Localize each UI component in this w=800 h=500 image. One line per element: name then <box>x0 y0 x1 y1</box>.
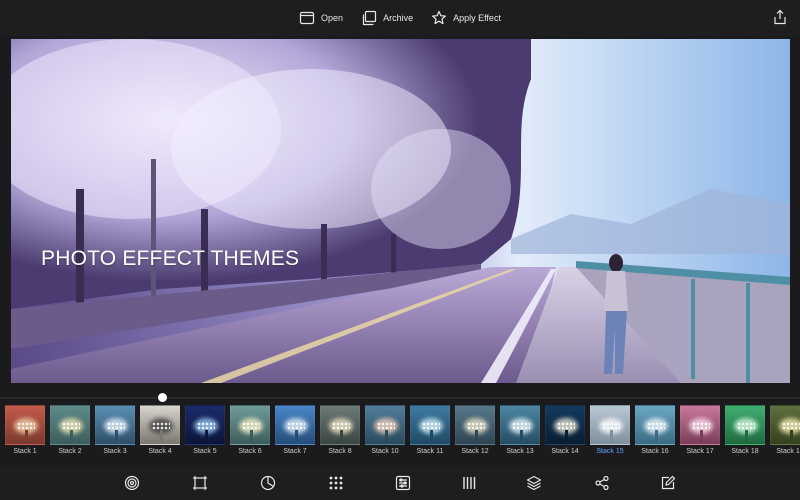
pie-chart-icon <box>260 475 276 491</box>
effect-thumbnail-label: Stack 11 <box>410 448 450 455</box>
effect-thumbnail-label: Stack 3 <box>95 448 135 455</box>
bottom-toolbar <box>0 466 800 500</box>
effect-thumbnail-label: Stack 1 <box>5 448 45 455</box>
crop-icon <box>192 475 208 491</box>
archive-label: Archive <box>383 13 413 23</box>
grid-dots-icon <box>328 475 344 491</box>
effect-thumbnail[interactable]: Stack 13 <box>500 405 542 455</box>
effect-thumbnail-image <box>635 405 675 445</box>
effect-thumbnail-image <box>95 405 135 445</box>
effect-thumbnail-image <box>590 405 630 445</box>
effect-thumbnail[interactable]: Stack 10 <box>365 405 407 455</box>
photo-image <box>11 39 790 383</box>
effect-thumbnail-image <box>5 405 45 445</box>
effect-thumbnail[interactable]: Stack 19 <box>770 405 800 455</box>
open-icon <box>299 10 315 26</box>
effect-thumbnail-label: Stack 12 <box>455 448 495 455</box>
effect-thumbnail-label: Stack 5 <box>185 448 225 455</box>
share-icon[interactable] <box>772 9 788 25</box>
effect-thumbnail-image <box>50 405 90 445</box>
effect-thumbnail-image <box>185 405 225 445</box>
effect-thumbnail[interactable]: Stack 7 <box>275 405 317 455</box>
effect-thumbnail-label: Stack 2 <box>50 448 90 455</box>
levels-button[interactable] <box>461 475 477 491</box>
effect-thumbnail-label: Stack 4 <box>140 448 180 455</box>
vignette-icon <box>124 475 140 491</box>
effect-thumbnail-image <box>275 405 315 445</box>
top-toolbar: Open Archive Apply Effect <box>0 0 800 36</box>
effect-thumbnail-label: Stack 19 <box>770 448 800 455</box>
intensity-slider-thumb[interactable] <box>158 393 167 402</box>
effect-thumbnail-image <box>455 405 495 445</box>
effect-thumbnail[interactable]: Stack 16 <box>635 405 677 455</box>
effect-thumbnail[interactable]: Stack 11 <box>410 405 452 455</box>
effect-thumbnail[interactable]: Stack 1 <box>5 405 47 455</box>
layers-button[interactable] <box>526 475 542 491</box>
vignette-button[interactable] <box>124 475 140 491</box>
effect-thumbnail-image <box>680 405 720 445</box>
edit-icon <box>660 475 676 491</box>
adjustments-icon <box>395 475 411 491</box>
effect-thumbnail-image <box>725 405 765 445</box>
star-icon <box>431 10 447 26</box>
effect-thumbnail-label: Stack 8 <box>320 448 360 455</box>
effect-thumbnail-label: Stack 10 <box>365 448 405 455</box>
apply-effect-label: Apply Effect <box>453 13 501 23</box>
open-label: Open <box>321 13 343 23</box>
effect-thumbnail[interactable]: Stack 14 <box>545 405 587 455</box>
effect-thumbnail-strip[interactable]: Stack 1 Stack 2 Stack 3 Stack 4 Stack 5 Stack… <box>0 405 800 463</box>
open-button[interactable]: Open <box>299 10 343 26</box>
levels-icon <box>461 475 477 491</box>
archive-icon <box>361 10 377 26</box>
grid-dots-button[interactable] <box>328 475 344 491</box>
effect-thumbnail[interactable]: Stack 12 <box>455 405 497 455</box>
apply-effect-button[interactable]: Apply Effect <box>431 10 501 26</box>
adjustments-button[interactable] <box>395 475 411 491</box>
effect-thumbnail-label: Stack 17 <box>680 448 720 455</box>
effect-thumbnail-image <box>545 405 585 445</box>
effect-thumbnail[interactable]: Stack 3 <box>95 405 137 455</box>
effect-thumbnail-image <box>500 405 540 445</box>
effect-thumbnail-image <box>410 405 450 445</box>
share-nodes-icon <box>594 475 610 491</box>
effect-thumbnail[interactable]: Stack 5 <box>185 405 227 455</box>
effect-thumbnail-label: Stack 16 <box>635 448 675 455</box>
effect-thumbnail-image <box>320 405 360 445</box>
layers-icon <box>526 475 542 491</box>
effect-thumbnail-label: Stack 18 <box>725 448 765 455</box>
effect-thumbnail[interactable]: Stack 2 <box>50 405 92 455</box>
effect-thumbnail-label: Stack 7 <box>275 448 315 455</box>
effect-thumbnail[interactable]: Stack 17 <box>680 405 722 455</box>
effect-thumbnail-label: Stack 14 <box>545 448 585 455</box>
effect-thumbnail-image <box>770 405 800 445</box>
photo-canvas[interactable]: PHOTO EFFECT THEMES <box>11 39 790 383</box>
archive-button[interactable]: Archive <box>361 10 413 26</box>
crop-button[interactable] <box>192 475 208 491</box>
effect-thumbnail-image <box>230 405 270 445</box>
effect-thumbnail-label: Stack 15 <box>590 448 630 455</box>
effect-thumbnail-label: Stack 13 <box>500 448 540 455</box>
effect-thumbnail[interactable]: Stack 4 <box>140 405 182 455</box>
effect-thumbnail-image <box>365 405 405 445</box>
intensity-slider-track[interactable] <box>0 397 800 399</box>
effect-thumbnail[interactable]: Stack 6 <box>230 405 272 455</box>
effect-thumbnail-label: Stack 6 <box>230 448 270 455</box>
effect-thumbnail[interactable]: Stack 8 <box>320 405 362 455</box>
top-toolbar-actions: Open Archive Apply Effect <box>0 0 800 36</box>
effect-thumbnail[interactable]: Stack 18 <box>725 405 767 455</box>
edit-button[interactable] <box>660 475 676 491</box>
share-nodes-button[interactable] <box>594 475 610 491</box>
photo-title: PHOTO EFFECT THEMES <box>41 247 299 271</box>
effect-thumbnail[interactable]: Stack 15 <box>590 405 632 455</box>
effect-thumbnail-image <box>140 405 180 445</box>
pie-chart-button[interactable] <box>260 475 276 491</box>
